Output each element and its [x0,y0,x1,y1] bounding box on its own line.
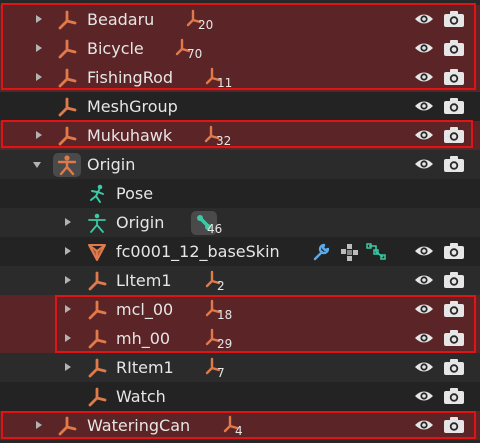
empty-object-icon [56,38,78,60]
empty-object-icon [56,415,78,437]
outliner-row-baseskin[interactable]: fc0001_12_baseSkin [0,237,480,266]
children-count: 32 [216,134,232,148]
children-count: 20 [198,18,214,32]
outliner-row-origin-data[interactable]: Origin 46 [0,208,480,237]
eye-icon[interactable] [414,40,434,56]
camera-icon[interactable] [443,358,465,376]
camera-icon[interactable] [443,329,465,347]
outliner-row-bicycle[interactable]: Bicycle 70 [0,34,480,63]
expand-arrow-icon[interactable] [65,218,71,226]
expand-arrow-icon[interactable] [36,131,42,139]
outliner-row-wateringcan[interactable]: WateringCan 4 [0,411,480,440]
camera-icon[interactable] [443,242,465,260]
camera-icon[interactable] [443,10,465,28]
outliner-row-mcl00[interactable]: mcl_00 18 [0,295,480,324]
row-label[interactable]: LItem1 [116,271,172,290]
camera-icon[interactable] [443,155,465,173]
eye-icon[interactable] [414,243,434,259]
outliner-panel: Beadaru 20 Bicycle 70 FishingRod 11 Mesh… [0,0,480,443]
row-label[interactable]: Beadaru [87,10,154,29]
expand-arrow-icon[interactable] [65,363,71,371]
row-label[interactable]: fc0001_12_baseSkin [116,242,280,261]
eye-icon[interactable] [414,301,434,317]
children-count: 2 [217,279,225,293]
outliner-row-origin-armature[interactable]: Origin [0,150,480,179]
empty-object-icon [56,67,78,89]
row-label[interactable]: MeshGroup [87,97,178,116]
children-count: 70 [187,47,203,61]
eye-icon[interactable] [414,388,434,404]
outliner-row-mh00[interactable]: mh_00 29 [0,324,480,353]
camera-icon[interactable] [443,387,465,405]
expand-arrow-icon[interactable] [65,276,71,284]
armature-object-icon [56,154,78,176]
eye-icon[interactable] [414,272,434,288]
empty-object-icon [86,328,108,350]
camera-icon[interactable] [443,39,465,57]
eye-icon[interactable] [414,359,434,375]
row-label[interactable]: RItem1 [116,358,174,377]
row-label[interactable]: Bicycle [87,39,144,58]
camera-icon[interactable] [443,126,465,144]
children-count: 46 [207,222,223,236]
outliner-row-ritem1[interactable]: RItem1 7 [0,353,480,382]
row-label[interactable]: mh_00 [116,329,170,348]
row-label[interactable]: mcl_00 [116,300,173,319]
camera-icon[interactable] [443,416,465,434]
empty-object-icon [56,96,78,118]
outliner-row-watch[interactable]: Watch [0,382,480,411]
collapse-arrow-icon[interactable] [33,162,41,168]
empty-object-icon [86,270,108,292]
mesh-data-icon[interactable] [366,242,386,262]
eye-icon[interactable] [414,11,434,27]
expand-arrow-icon[interactable] [36,421,42,429]
empty-object-icon [86,299,108,321]
eye-icon[interactable] [414,127,434,143]
row-label[interactable]: Mukuhawk [87,126,172,145]
empty-object-icon [86,357,108,379]
empty-object-icon [56,125,78,147]
mesh-object-icon [86,241,108,263]
eye-icon[interactable] [414,330,434,346]
eye-icon[interactable] [414,98,434,114]
outliner-row-beadaru[interactable]: Beadaru 20 [0,5,480,34]
outliner-row-pose[interactable]: Pose [0,179,480,208]
row-label[interactable]: Origin [87,155,135,174]
outliner-row-meshgroup[interactable]: MeshGroup [0,92,480,121]
children-count: 11 [217,76,233,90]
outliner-row-fishingrod[interactable]: FishingRod 11 [0,63,480,92]
outliner-row-litem1[interactable]: LItem1 2 [0,266,480,295]
row-label[interactable]: Pose [116,184,153,203]
children-count: 4 [235,424,243,438]
children-count: 7 [217,366,225,380]
outliner-row-mukuhawk[interactable]: Mukuhawk 32 [0,121,480,150]
empty-object-icon [56,9,78,31]
expand-arrow-icon[interactable] [65,247,71,255]
camera-icon[interactable] [443,68,465,86]
expand-arrow-icon[interactable] [36,15,42,23]
eye-icon[interactable] [414,417,434,433]
pose-icon [86,183,108,205]
children-count: 18 [217,308,233,322]
row-label[interactable]: Watch [116,387,166,406]
armature-data-icon [86,212,108,234]
camera-icon[interactable] [443,97,465,115]
row-label[interactable]: Origin [116,213,164,232]
wrench-icon[interactable] [311,242,331,262]
expand-arrow-icon[interactable] [65,305,71,313]
expand-arrow-icon[interactable] [36,44,42,52]
expand-arrow-icon[interactable] [65,334,71,342]
eye-icon[interactable] [414,69,434,85]
camera-icon[interactable] [443,300,465,318]
empty-object-icon [86,386,108,408]
row-label[interactable]: FishingRod [87,68,173,87]
vertex-groups-icon[interactable] [339,242,359,262]
camera-icon[interactable] [443,271,465,289]
eye-icon[interactable] [414,156,434,172]
expand-arrow-icon[interactable] [36,73,42,81]
children-count: 29 [217,337,233,351]
row-label[interactable]: WateringCan [87,416,190,435]
